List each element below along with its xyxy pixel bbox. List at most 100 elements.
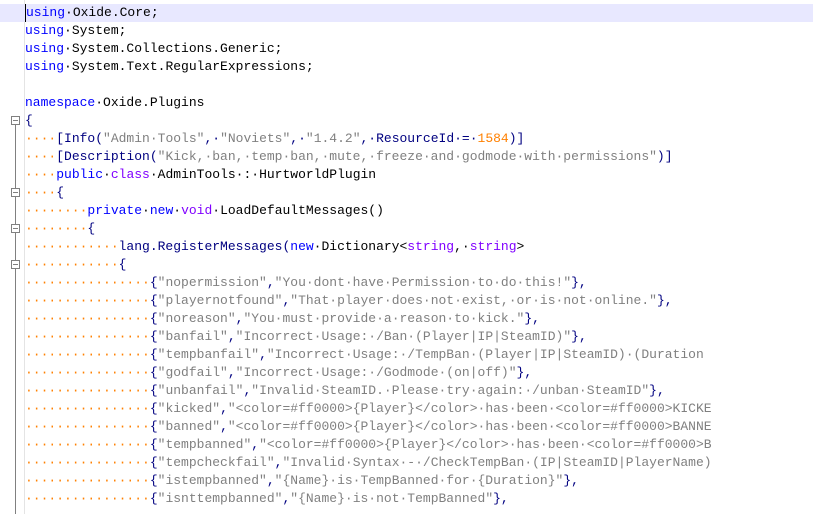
- code-line-text: ················{"tempbanned","<color=#f…: [25, 436, 712, 454]
- code-line[interactable]: using·System.Collections.Generic;: [0, 40, 813, 58]
- code-token: System;: [71, 23, 127, 38]
- code-token: "Invalid·Syntax·-·/CheckTempBan·(IP|Stea…: [282, 455, 712, 470]
- code-token: },: [524, 311, 540, 326]
- code-line[interactable]: using·System;: [0, 22, 813, 40]
- code-token: {: [149, 455, 158, 470]
- code-token: "istempbanned": [157, 473, 267, 488]
- code-token: "<color=#ff0000>{Player}</color>·has·bee…: [259, 437, 712, 452]
- code-token: System.Text.RegularExpressions;: [71, 59, 314, 74]
- code-token: private: [87, 203, 143, 218]
- code-line-text: using·System.Text.RegularExpressions;: [25, 58, 314, 76]
- code-token: new: [290, 239, 314, 254]
- code-token: "Admin·Tools": [103, 131, 205, 146]
- code-token: class: [110, 167, 150, 182]
- code-token: {: [149, 419, 158, 434]
- code-token: },: [516, 365, 533, 380]
- code-line[interactable]: ················{"unbanfail","Invalid·St…: [0, 382, 813, 400]
- code-editor[interactable]: using·Oxide.Core; using·System; using·Syst…: [0, 0, 813, 514]
- code-token: },: [571, 329, 587, 344]
- code-line[interactable]: ················{"banned","<color=#ff000…: [0, 418, 813, 436]
- code-token: ·: [64, 59, 72, 74]
- code-token: ,·: [454, 239, 470, 254]
- code-token: public: [56, 167, 104, 182]
- code-token: using: [25, 41, 65, 56]
- code-line[interactable]: ················{"banfail","Incorrect·Us…: [0, 328, 813, 346]
- code-token: ····: [25, 185, 57, 200]
- code-token: ····: [25, 131, 57, 146]
- code-line-text: ················{"tempcheckfail","Invali…: [25, 454, 712, 472]
- code-line[interactable]: ····{: [0, 184, 813, 202]
- code-line-text: ················{"noreason","You·must·pr…: [25, 310, 540, 328]
- code-line-text: ············{: [25, 256, 126, 274]
- code-line[interactable]: ············lang.RegisterMessages(new·Di…: [0, 238, 813, 256]
- code-line[interactable]: ················{"tempcheckfail","Invali…: [0, 454, 813, 472]
- code-line[interactable]: ················{"istempbanned","{Name}·…: [0, 472, 813, 490]
- code-token: >: [516, 239, 525, 254]
- code-token: ·: [173, 203, 182, 218]
- code-line[interactable]: ················{"tempbanned","<color=#f…: [0, 436, 813, 454]
- code-token: ····: [25, 149, 57, 164]
- code-token: ················: [25, 365, 150, 380]
- code-token: )]: [508, 131, 525, 146]
- code-token: ················: [25, 311, 150, 326]
- code-token: ,: [227, 365, 236, 380]
- code-line-text: ········{: [25, 220, 95, 238]
- code-token: },: [493, 491, 509, 506]
- code-token: ·: [95, 95, 104, 110]
- code-token: ·: [64, 41, 72, 56]
- code-line[interactable]: [0, 76, 813, 94]
- code-token: [Description(: [56, 149, 158, 164]
- code-token: "Noviets": [220, 131, 291, 146]
- code-token: ················: [25, 401, 150, 416]
- code-line[interactable]: ················{"playernotfound","That·…: [0, 292, 813, 310]
- code-line[interactable]: ········{: [0, 220, 813, 238]
- code-token: string: [469, 239, 517, 254]
- code-token: ,: [227, 329, 236, 344]
- code-token: "noreason": [157, 311, 236, 326]
- code-token: {: [149, 383, 158, 398]
- code-token: using: [26, 5, 66, 20]
- code-line[interactable]: ····[Description("Kick,·ban,·temp·ban,·m…: [0, 148, 813, 166]
- code-line-text: ················{"nopermission","You·don…: [25, 274, 587, 292]
- code-token: {: [149, 401, 158, 416]
- code-token: "You·must·provide·a·reason·to·kick.": [243, 311, 525, 326]
- code-line-text: ········private·new·void·LoadDefaultMess…: [25, 202, 384, 220]
- code-line[interactable]: ················{"nopermission","You·don…: [0, 274, 813, 292]
- code-token: new: [149, 203, 174, 218]
- code-token: {: [25, 113, 33, 128]
- code-line[interactable]: using·Oxide.Core;: [0, 4, 813, 22]
- code-line-text: ················{"istempbanned","{Name}·…: [25, 472, 579, 490]
- code-token: Oxide.Core;: [72, 5, 159, 20]
- code-line-text: ············lang.RegisterMessages(new·Di…: [25, 238, 524, 256]
- code-line[interactable]: ················{"tempbanfail","Incorrec…: [0, 346, 813, 364]
- code-line-text: ····{: [25, 184, 64, 202]
- code-line[interactable]: ················{"godfail","Incorrect·Us…: [0, 364, 813, 382]
- code-line[interactable]: ················{"isnttempbanned","{Name…: [0, 490, 813, 508]
- code-token: {: [149, 275, 158, 290]
- code-line[interactable]: ················{"noreason","You·must·pr…: [0, 310, 813, 328]
- code-token: 1584: [477, 131, 509, 146]
- code-token: "Incorrect·Usage:·/Godmode·(on|off)": [235, 365, 517, 380]
- code-line[interactable]: ····public·class·AdminTools·:·HurtworldP…: [0, 166, 813, 184]
- code-line[interactable]: ················{"kicked","<color=#ff000…: [0, 400, 813, 418]
- code-line[interactable]: {: [0, 112, 813, 130]
- code-area[interactable]: using·Oxide.Core; using·System; using·Syst…: [0, 0, 813, 514]
- code-token: {: [149, 293, 158, 308]
- code-token: namespace: [25, 95, 96, 110]
- code-line[interactable]: using·System.Text.RegularExpressions;: [0, 58, 813, 76]
- code-line-text: ················{"tempbanfail","Incorrec…: [25, 346, 704, 364]
- code-line[interactable]: ········private·new·void·LoadDefaultMess…: [0, 202, 813, 220]
- code-line[interactable]: namespace·Oxide.Plugins: [0, 94, 813, 112]
- code-token: {: [149, 437, 158, 452]
- code-token: Oxide.Plugins: [103, 95, 205, 110]
- code-token: {: [149, 491, 158, 506]
- code-token: ········: [25, 203, 88, 218]
- code-line-text: ················{"banned","<color=#ff000…: [25, 418, 712, 436]
- code-token: ················: [25, 383, 150, 398]
- code-token: {: [149, 347, 158, 362]
- code-line[interactable]: ············{: [0, 256, 813, 274]
- code-line[interactable]: ····[Info("Admin·Tools",·"Noviets",·"1.4…: [0, 130, 813, 148]
- code-token: "tempbanfail": [157, 347, 260, 362]
- code-line-text: ················{"unbanfail","Invalid·St…: [25, 382, 665, 400]
- code-token: ················: [25, 347, 150, 362]
